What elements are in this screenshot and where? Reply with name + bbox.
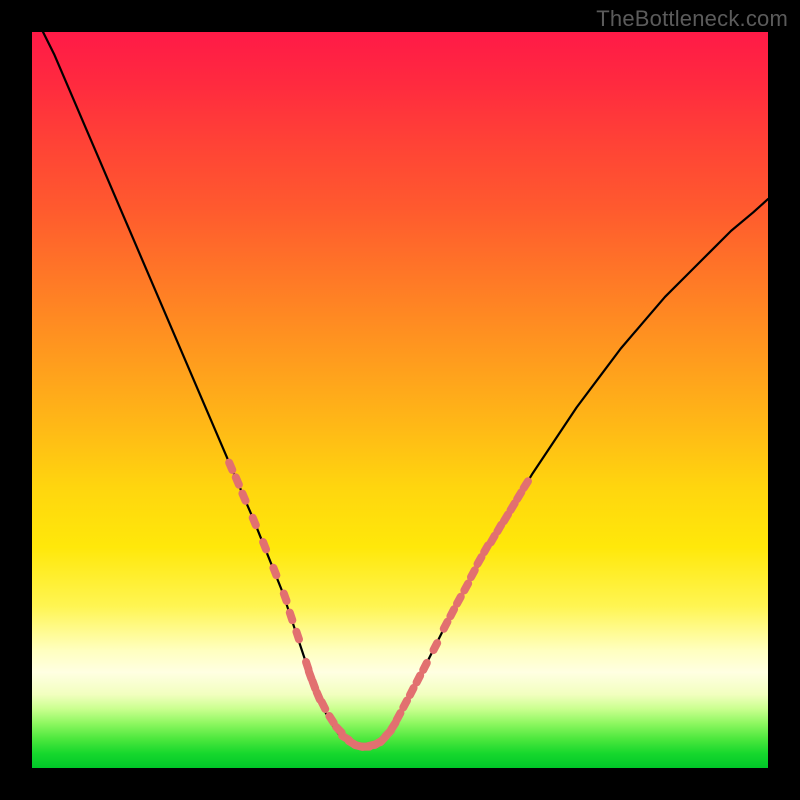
chart-svg (32, 32, 768, 768)
curve-marker (258, 537, 271, 555)
curve-marker (285, 608, 298, 626)
curve-marker (268, 563, 281, 581)
marker-group (224, 457, 534, 751)
curve-path (32, 32, 768, 747)
curve-marker (231, 472, 245, 490)
curve-marker (291, 627, 304, 645)
curve-marker (248, 513, 262, 531)
bottleneck-curve (32, 32, 768, 747)
curve-marker (237, 488, 251, 506)
chart-frame: TheBottleneck.com (0, 0, 800, 800)
watermark-text: TheBottleneck.com (596, 6, 788, 32)
curve-marker (224, 457, 238, 475)
plot-area (32, 32, 768, 768)
curve-marker (279, 588, 292, 606)
curve-marker (428, 638, 443, 656)
